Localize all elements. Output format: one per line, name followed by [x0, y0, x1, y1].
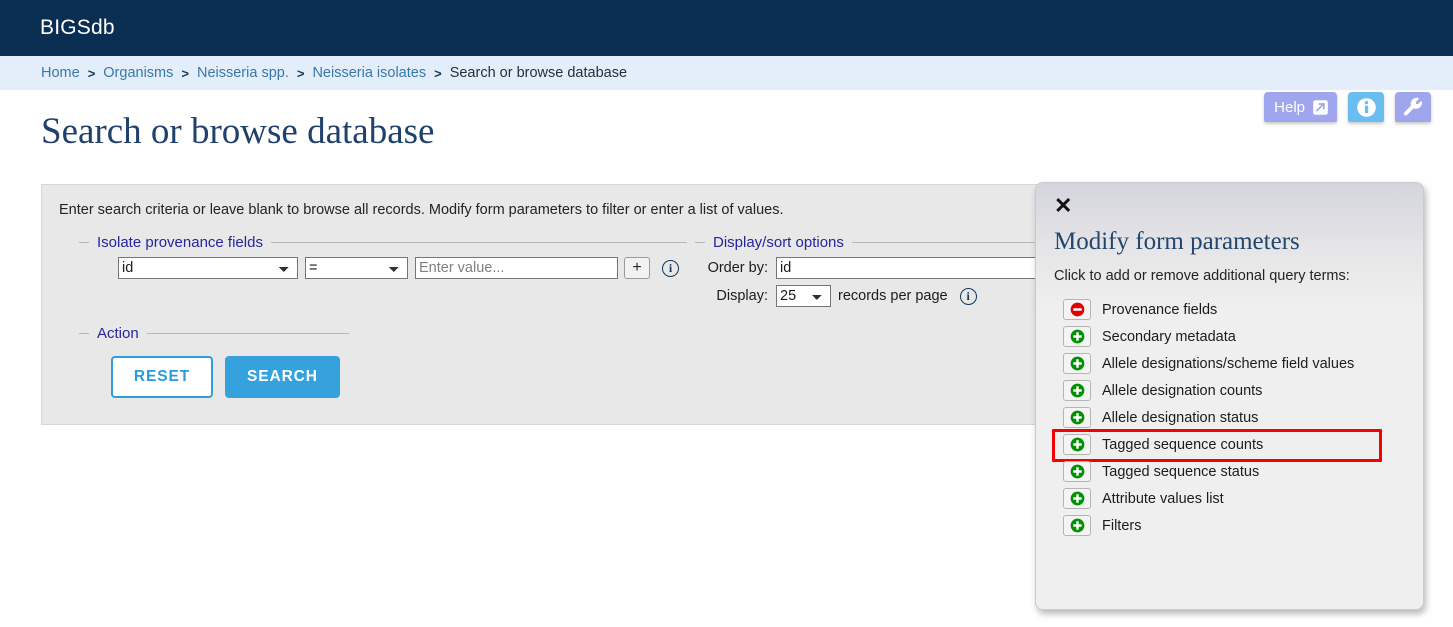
close-icon[interactable]: ✕ — [1054, 195, 1072, 217]
list-item-label: Allele designation status — [1102, 409, 1259, 426]
list-item-label: Allele designations/scheme field values — [1102, 355, 1355, 372]
provenance-value-input[interactable] — [415, 257, 618, 279]
page-title: Search or browse database — [41, 111, 435, 152]
plus-circle-icon[interactable] — [1063, 434, 1091, 455]
order-by-label: Order by: — [707, 260, 768, 276]
breadcrumb-separator: > — [296, 65, 305, 81]
display-info-icon[interactable]: i — [959, 287, 977, 305]
plus-circle-icon[interactable] — [1063, 326, 1091, 347]
minus-circle-icon[interactable] — [1063, 299, 1091, 320]
action-buttons: RESET SEARCH — [79, 342, 349, 398]
list-item-label: Tagged sequence counts — [1102, 436, 1264, 453]
list-item-filters[interactable]: Filters — [1063, 512, 1423, 539]
display-label: Display: — [716, 288, 768, 304]
list-item-attribute-values-list[interactable]: Attribute values list — [1063, 485, 1423, 512]
wrench-icon — [1403, 97, 1424, 118]
breadcrumb-item-organisms[interactable]: Organisms — [103, 65, 173, 81]
list-item-label: Allele designation counts — [1102, 382, 1263, 399]
list-item-label: Filters — [1102, 517, 1142, 534]
breadcrumb-item-current: Search or browse database — [449, 65, 628, 81]
app-brand: BIGSdb — [40, 16, 115, 39]
display-legend: Display/sort options — [713, 234, 844, 251]
modify-form-parameters-dialog: ✕ Modify form parameters Click to add or… — [1035, 182, 1424, 610]
app-header: BIGSdb — [0, 0, 1453, 56]
list-item-label: Attribute values list — [1102, 490, 1224, 507]
plus-circle-icon[interactable] — [1063, 515, 1091, 536]
search-button[interactable]: SEARCH — [225, 356, 340, 398]
plus-circle-icon[interactable] — [1063, 380, 1091, 401]
query-terms-list: Provenance fields Secondary metadata All… — [1036, 296, 1423, 539]
help-button-label: Help — [1274, 98, 1305, 116]
info-icon — [1356, 97, 1377, 118]
plus-circle-icon[interactable] — [1063, 353, 1091, 374]
provenance-field-select[interactable]: id — [118, 257, 298, 279]
list-item-label: Tagged sequence status — [1102, 463, 1260, 480]
list-item-allele-designations-scheme-field-values[interactable]: Allele designations/scheme field values — [1063, 350, 1423, 377]
provenance-info-icon[interactable]: i — [662, 259, 679, 277]
external-link-icon — [1312, 99, 1329, 116]
list-item-secondary-metadata[interactable]: Secondary metadata — [1063, 323, 1423, 350]
plus-icon: + — [632, 259, 642, 276]
plus-circle-icon[interactable] — [1063, 461, 1091, 482]
toolbelt: Help — [1264, 92, 1431, 122]
list-item-allele-designation-status[interactable]: Allele designation status — [1063, 404, 1423, 431]
plus-circle-icon[interactable] — [1063, 488, 1091, 509]
breadcrumb-separator: > — [434, 65, 442, 81]
action-group: Action RESET SEARCH — [79, 325, 349, 398]
help-button[interactable]: Help — [1264, 92, 1337, 122]
provenance-legend: Isolate provenance fields — [97, 234, 263, 251]
breadcrumb-separator: > — [181, 65, 189, 81]
list-item-tagged-sequence-counts[interactable]: Tagged sequence counts — [1052, 429, 1423, 462]
records-per-page-unit: records per page — [838, 288, 948, 304]
list-item-label: Secondary metadata — [1102, 328, 1236, 345]
provenance-query-row: id = + i — [79, 251, 687, 279]
records-per-page-select[interactable]: 25 — [776, 285, 831, 307]
isolate-provenance-fields-group: Isolate provenance fields id = + i — [79, 234, 687, 279]
list-item-provenance-fields[interactable]: Provenance fields — [1063, 296, 1423, 323]
breadcrumb-separator: > — [87, 65, 96, 81]
list-item-tagged-sequence-status[interactable]: Tagged sequence status — [1063, 458, 1423, 485]
breadcrumb-item-home[interactable]: Home — [41, 65, 80, 81]
dialog-title: Modify form parameters — [1054, 228, 1300, 255]
settings-wrench-button[interactable] — [1395, 92, 1431, 122]
list-item-allele-designation-counts[interactable]: Allele designation counts — [1063, 377, 1423, 404]
information-button[interactable] — [1348, 92, 1384, 122]
reset-button[interactable]: RESET — [111, 356, 213, 398]
action-legend: Action — [97, 325, 139, 342]
plus-circle-icon[interactable] — [1063, 407, 1091, 428]
dialog-subtitle: Click to add or remove additional query … — [1054, 268, 1350, 284]
add-provenance-row-button[interactable]: + — [624, 257, 650, 279]
breadcrumb-item-neisseria-isolates[interactable]: Neisseria isolates — [312, 65, 426, 81]
list-item-label: Provenance fields — [1102, 301, 1218, 318]
provenance-operator-select[interactable]: = — [305, 257, 408, 279]
breadcrumb: Home > Organisms > Neisseria spp. > Neis… — [0, 56, 1453, 90]
breadcrumb-item-neisseria-spp[interactable]: Neisseria spp. — [197, 65, 289, 81]
